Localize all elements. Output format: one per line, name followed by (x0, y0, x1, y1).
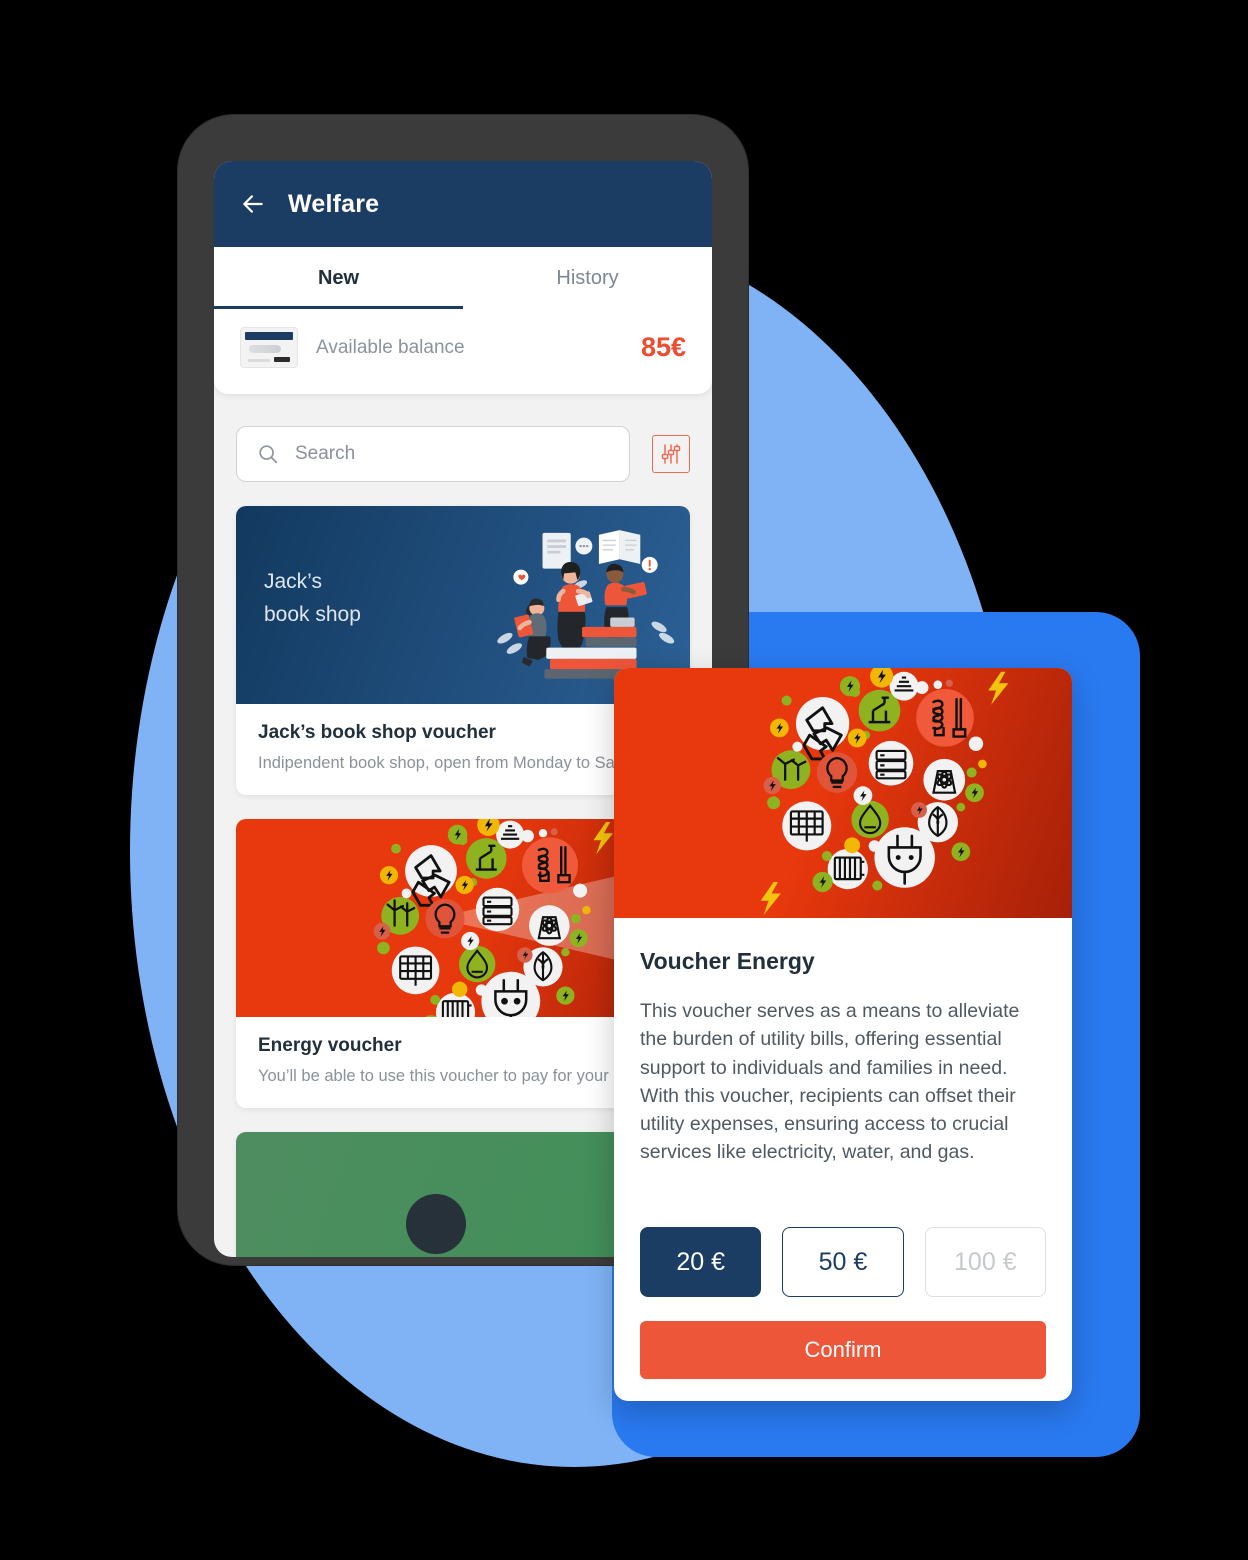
top-summary-card: New History Available balance 85€ (214, 247, 712, 394)
search-placeholder: Search (295, 443, 356, 464)
voucher-detail-modal: Voucher Energy This voucher serves as a … (614, 668, 1072, 1401)
modal-banner (614, 668, 1072, 918)
app-header: Welfare (214, 161, 712, 247)
voucher-title: Energy voucher (258, 1035, 402, 1056)
balance-amount: 85€ (640, 332, 686, 362)
balance-label: Available balance (316, 336, 465, 358)
search-row: Search (214, 394, 712, 506)
search-input[interactable]: Search (236, 426, 630, 482)
modal-description: This voucher serves as a means to allevi… (640, 1000, 1020, 1164)
banner-label: Jack’s book shop (264, 566, 361, 631)
tab-new[interactable]: New (214, 247, 463, 309)
banner-label-line1: Jack’s (264, 570, 322, 593)
modal-title: Voucher Energy (640, 948, 815, 974)
voucher-description: Indipendent book shop, open from Monday … (258, 754, 624, 772)
confirm-button[interactable]: Confirm (640, 1321, 1046, 1379)
banner-label-line2: book shop (264, 602, 361, 626)
voucher-description: You’ll be able to use this voucher to pa… (258, 1067, 627, 1085)
credit-card-icon (240, 327, 298, 368)
amount-options: 20 € 50 € 100 € (640, 1227, 1046, 1297)
arrow-left-icon[interactable] (240, 191, 266, 217)
available-balance-row: Available balance 85€ (214, 309, 712, 394)
screenshot-stage: Welfare New History Available balance 85… (0, 0, 1248, 1560)
voucher-title: Jack’s book shop voucher (258, 722, 496, 743)
tab-bar: New History (214, 247, 712, 309)
energy-icons-collage-illustration (760, 668, 1009, 916)
filter-button[interactable] (652, 435, 690, 473)
amount-option-50[interactable]: 50 € (782, 1227, 904, 1297)
amount-option-100[interactable]: 100 € (924, 1227, 1046, 1297)
page-title: Welfare (288, 189, 380, 218)
tab-history[interactable]: History (463, 247, 712, 309)
amount-option-20[interactable]: 20 € (640, 1227, 762, 1297)
modal-body: Voucher Energy This voucher serves as a … (614, 918, 1072, 1167)
sliders-filter-icon (661, 444, 681, 464)
search-icon (259, 445, 278, 464)
